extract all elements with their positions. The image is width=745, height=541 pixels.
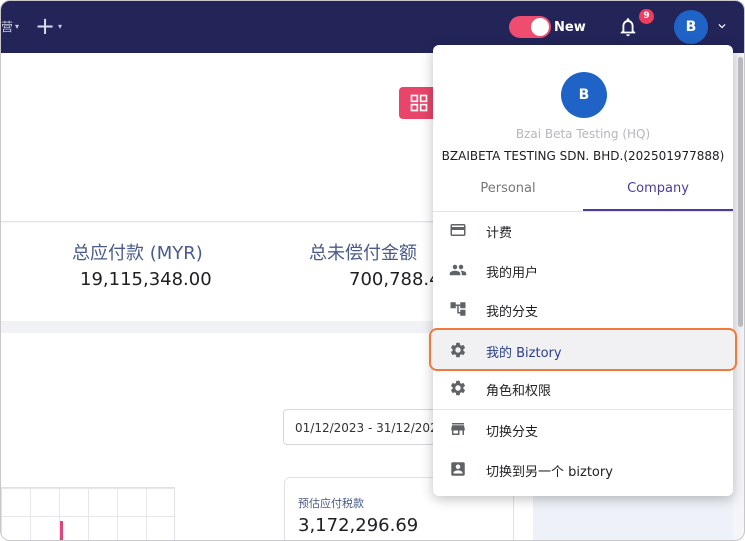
nav-menu-fragment[interactable]: 营 xyxy=(1,18,13,35)
menu-item-label: 我的分支 xyxy=(486,305,539,320)
total-payable-label: 总应付款 (MYR) xyxy=(72,243,203,264)
dropdown-scrollbar[interactable] xyxy=(738,57,743,327)
add-icon[interactable]: + xyxy=(35,12,55,40)
total-payable-value: 19,115,348.00 xyxy=(80,269,212,290)
toggle-knob xyxy=(531,18,549,36)
menu-item-label: 切换分支 xyxy=(486,425,539,440)
menu-item-billing[interactable]: 计费 xyxy=(433,210,733,250)
tab-personal[interactable]: Personal xyxy=(433,179,583,211)
menu-item-label: 角色和权限 xyxy=(486,384,552,399)
user-avatar[interactable]: B xyxy=(674,10,708,44)
estimated-tax-value: 3,172,296.69 xyxy=(298,515,419,536)
date-range-picker[interactable]: 01/12/2023 - 31/12/2023 xyxy=(283,409,443,445)
estimated-tax-label: 预估应付税款 xyxy=(298,497,364,510)
chart-area xyxy=(1,487,175,540)
new-ui-toggle[interactable] xyxy=(509,16,551,38)
app-window: 营 ▾ + ▾ New 9 B 总应付款 (MYR) 19,115,348.00… xyxy=(0,0,745,541)
notification-badge: 9 xyxy=(639,9,654,24)
org-subtitle: Bzai Beta Testing (HQ) xyxy=(515,127,651,141)
org-name: BZAIBETA TESTING SDN. BHD.(202501977888) xyxy=(441,149,725,163)
total-unpaid-label: 总未偿付金额 xyxy=(309,243,417,264)
menu-item-label: 我的用户 xyxy=(486,266,539,281)
nav-caret-icon: ▾ xyxy=(15,22,20,31)
new-ui-label: New xyxy=(554,20,586,35)
menu-item-switch-biztory[interactable]: 切换到另一个 biztory xyxy=(433,449,733,489)
people-icon xyxy=(449,264,467,276)
chevron-down-icon[interactable] xyxy=(715,19,729,33)
total-unpaid-value: 700,788.4 xyxy=(349,269,441,290)
tab-company[interactable]: Company xyxy=(583,179,733,211)
menu-item-roles-permissions[interactable]: 角色和权限 xyxy=(433,368,733,408)
notification-bell-icon[interactable] xyxy=(617,15,639,39)
grid-icon xyxy=(410,94,428,112)
menu-item-my-users[interactable]: 我的用户 xyxy=(433,250,733,290)
company-avatar: B xyxy=(561,72,607,118)
menu-item-my-branches[interactable]: 我的分支 xyxy=(433,289,733,329)
gear-icon xyxy=(450,342,466,358)
store-icon xyxy=(451,423,465,435)
chart-bar xyxy=(60,521,63,540)
gear-icon xyxy=(450,380,466,396)
menu-item-label: 我的 Biztory xyxy=(486,346,562,361)
branch-tree-icon xyxy=(450,302,466,316)
add-caret-icon: ▾ xyxy=(58,22,63,31)
menu-item-label: 切换到另一个 biztory xyxy=(486,465,613,480)
menu-item-label: 计费 xyxy=(486,226,513,241)
menu-item-switch-branch[interactable]: 切换分支 xyxy=(433,409,733,449)
menu-item-my-biztory[interactable]: 我的 Biztory xyxy=(433,330,733,370)
credit-card-icon xyxy=(450,224,466,236)
account-box-icon xyxy=(451,462,465,476)
